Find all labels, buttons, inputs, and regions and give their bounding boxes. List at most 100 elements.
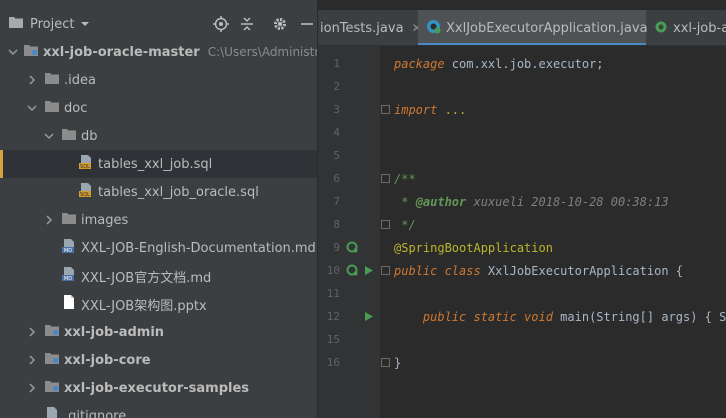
tree-item-xxl-job-md[interactable]: MD XXL-JOB官方文档.md: [0, 262, 317, 290]
tree-item-label: XXL-JOB架构图.pptx: [81, 298, 207, 314]
code-line[interactable]: package com.xxl.job.executor;: [394, 52, 604, 75]
collapse-arrow-icon[interactable]: [25, 325, 39, 339]
project-title: Project: [30, 16, 75, 32]
hide-panel-icon[interactable]: [298, 15, 316, 33]
line-number: 2: [333, 80, 340, 93]
tab-label: ionTests.java: [320, 20, 404, 36]
code-line[interactable]: * @author xuxueli 2018-10-28 00:38:13: [394, 190, 668, 213]
line-number: 8: [333, 218, 340, 231]
project-view-selector[interactable]: Project: [8, 14, 90, 34]
collapse-arrow-icon[interactable]: [42, 213, 56, 227]
fold-marker-icon[interactable]: [381, 266, 390, 275]
run-icon[interactable]: [364, 311, 374, 322]
fold-marker-icon[interactable]: [381, 174, 390, 183]
run-icon[interactable]: [364, 265, 374, 276]
gutter-line: 1: [318, 52, 380, 75]
gutter-line: 3: [318, 98, 380, 121]
tree-item-xxl-job-oracle-master[interactable]: xxl-job-oracle-master C:\Users\Administra…: [0, 38, 318, 66]
module-folder-icon: [44, 351, 60, 369]
fold-marker-icon[interactable]: [381, 105, 390, 114]
tree-item-gitignore[interactable]: .gitignore: [0, 402, 317, 418]
line-number: 15: [326, 333, 340, 346]
tree-item-label: xxl-job-admin: [64, 324, 165, 340]
tab-xxl-job-admin[interactable]: xxl-job-ad: [652, 10, 726, 45]
tree-item-xxl-job-admin[interactable]: xxl-job-admin: [0, 318, 317, 346]
code-line[interactable]: }: [394, 351, 401, 374]
expand-arrow-icon[interactable]: [42, 129, 56, 143]
tree-item-xxl-job-executor-samples[interactable]: xxl-job-executor-samples: [0, 374, 317, 402]
code-token: public static void: [394, 309, 561, 324]
tree-item-tables-xxl-job-sql[interactable]: SQL tables_xxl_job.sql: [0, 150, 317, 178]
gutter-line: 4: [318, 121, 380, 144]
tab-xxljobexecutorapplication[interactable]: XxlJobExecutorApplication.java ✕: [418, 10, 666, 45]
line-number: 5: [333, 149, 340, 162]
locate-file-icon[interactable]: [212, 15, 230, 33]
pptx-file-icon: [61, 294, 77, 314]
folder-icon: [44, 99, 60, 117]
code-editor[interactable]: package com.xxl.job.executor; import ... /…: [380, 46, 726, 418]
chevron-down-icon[interactable]: [80, 17, 90, 32]
line-number: 16: [326, 356, 340, 369]
tab-tests[interactable]: ionTests.java ✕: [318, 10, 422, 45]
collapse-arrow-icon[interactable]: [25, 381, 39, 395]
tree-item-label: db: [81, 128, 98, 144]
svg-text:SQL: SQL: [80, 164, 90, 170]
line-number: 11: [326, 287, 340, 300]
folder-icon: [44, 71, 60, 89]
tree-item-label: tables_xxl_job.sql: [98, 156, 213, 172]
collapse-arrow-icon[interactable]: [25, 353, 39, 367]
md-file-icon: MD: [61, 238, 77, 258]
project-tree: xxl-job-oracle-master C:\Users\Administra…: [0, 38, 318, 418]
tree-item-images[interactable]: images: [0, 206, 317, 234]
bean-icon[interactable]: [346, 241, 359, 254]
code-line[interactable]: import ...: [394, 98, 466, 121]
expand-arrow-icon[interactable]: [8, 45, 18, 59]
folder-icon: [61, 127, 77, 145]
code-token: import: [394, 102, 445, 117]
text-file-icon: [44, 406, 60, 418]
code-line[interactable]: @SpringBootApplication: [394, 236, 553, 259]
code-token: package: [394, 56, 452, 71]
tree-item-xxl-job-english-documentation-md[interactable]: MD XXL-JOB-English-Documentation.md: [0, 234, 317, 262]
code-token: ...: [444, 102, 467, 117]
gutter-line: 15: [318, 328, 380, 351]
tree-item-xxl-job-pptx[interactable]: XXL-JOB架构图.pptx: [0, 290, 317, 318]
editor-tabs: ionTests.java ✕ XxlJobExecutorApplicatio…: [318, 10, 726, 46]
tree-item-label: doc: [64, 100, 88, 116]
fold-marker-icon[interactable]: [381, 220, 390, 229]
tree-item-label: XXL-JOB-English-Documentation.md: [81, 240, 316, 256]
line-number: 10: [326, 264, 340, 277]
tree-item-tables-xxl-job-oracle-sql[interactable]: SQL tables_xxl_job_oracle.sql: [0, 178, 317, 206]
spring-class-icon: [426, 19, 441, 38]
code-token: /**: [394, 171, 416, 186]
line-number: 6: [333, 172, 340, 185]
code-line[interactable]: */: [394, 213, 416, 236]
bean-icon[interactable]: [346, 264, 359, 277]
tree-item-xxl-job-core[interactable]: xxl-job-core: [0, 346, 317, 374]
project-tool-window: Project xxl-job-oracle-master C:\Users\Ad…: [0, 0, 318, 418]
md-file-icon: MD: [61, 266, 77, 286]
code-line[interactable]: public class XxlJobExecutorApplication {: [394, 259, 683, 282]
collapse-arrow-icon[interactable]: [25, 73, 39, 87]
tab-label: XxlJobExecutorApplication.java: [446, 20, 648, 36]
sql-file-icon: SQL: [78, 154, 94, 174]
tree-item-db[interactable]: db: [0, 122, 317, 150]
expand-arrow-icon[interactable]: [25, 101, 39, 115]
svg-text:MD: MD: [64, 276, 72, 282]
sql-file-icon: SQL: [78, 182, 94, 202]
gear-icon[interactable]: [271, 15, 289, 33]
spring-module-icon: [654, 19, 669, 38]
folder-icon: [61, 211, 77, 229]
fold-marker-icon[interactable]: [381, 358, 390, 367]
gutter-line: 7: [318, 190, 380, 213]
tree-item-doc[interactable]: doc: [0, 94, 317, 122]
code-line[interactable]: public static void main(String[] args) {…: [394, 305, 726, 328]
module-folder-icon: [44, 323, 60, 341]
tree-item-path-hint: C:\Users\Administrator\D: [207, 45, 318, 59]
collapse-all-icon[interactable]: [238, 15, 256, 33]
tree-item-idea[interactable]: .idea: [0, 66, 317, 94]
code-token: */: [394, 217, 416, 232]
code-line[interactable]: /**: [394, 167, 416, 190]
